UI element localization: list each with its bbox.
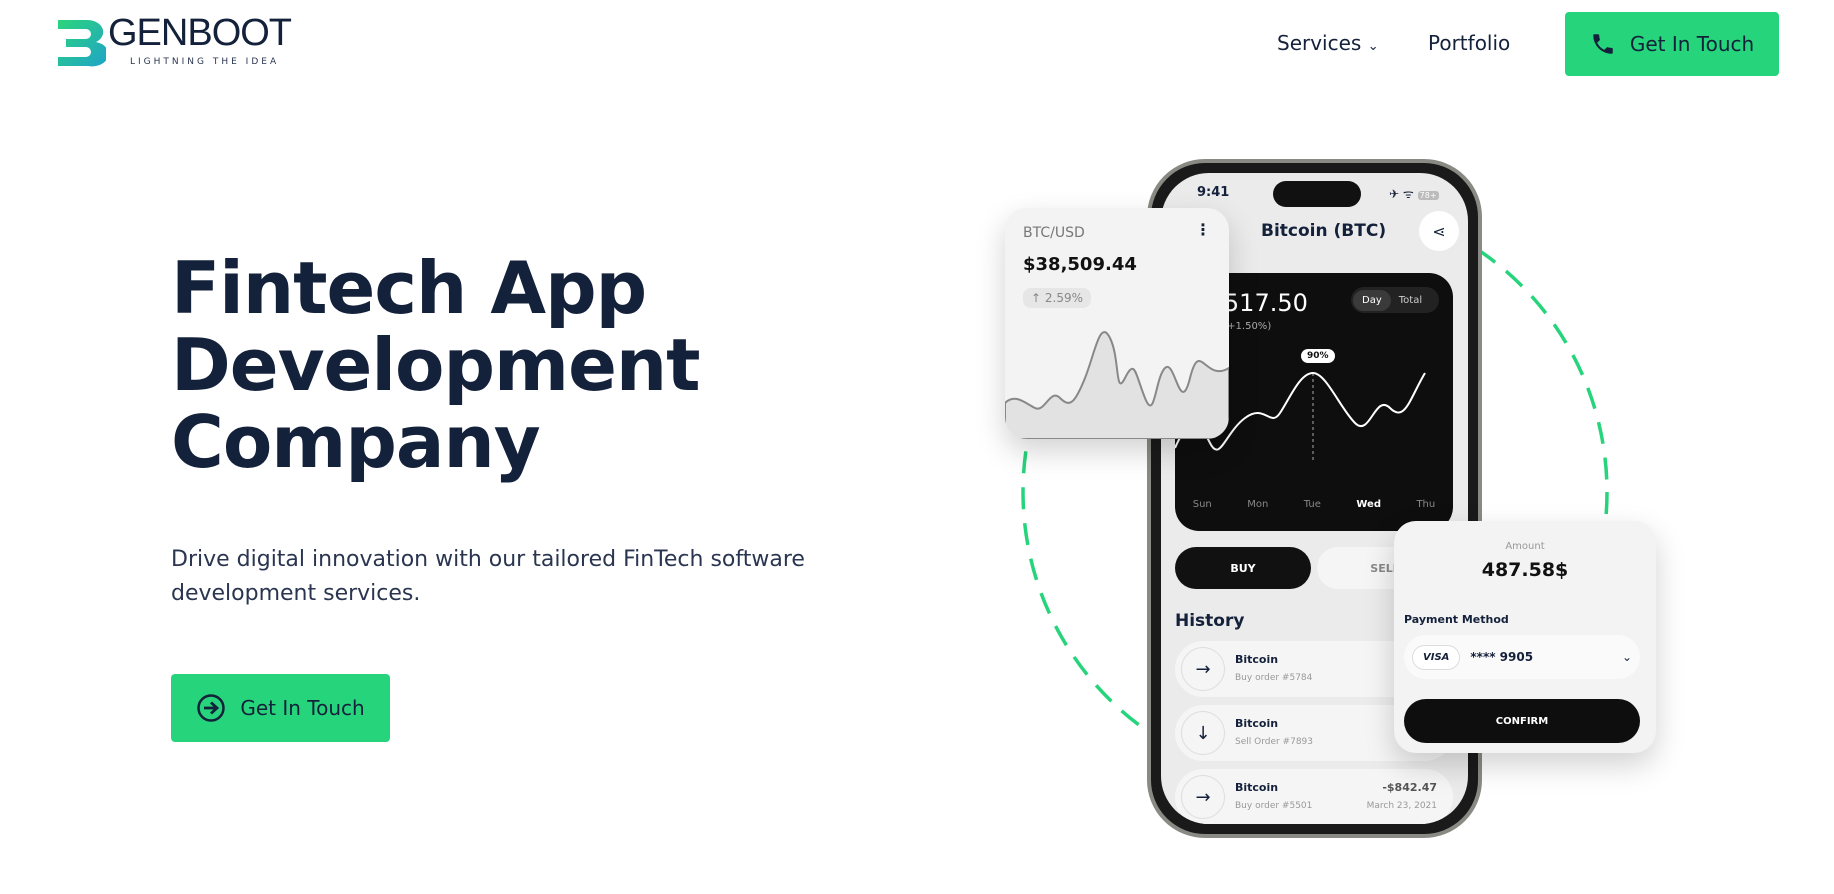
header-get-in-touch-button[interactable]: Get In Touch <box>1565 12 1779 76</box>
header-cta-label: Get In Touch <box>1629 32 1755 56</box>
nav-services[interactable]: Services ⌄ <box>1277 31 1379 55</box>
history-title: History <box>1175 611 1245 631</box>
nav-services-label: Services <box>1277 31 1362 55</box>
history-name: Bitcoin <box>1235 717 1279 730</box>
history-order: Sell Order #7893 <box>1235 737 1313 747</box>
screen-title: Bitcoin (BTC) <box>1261 221 1387 241</box>
history-order: Buy order #5501 <box>1235 801 1313 811</box>
amount-label: Amount <box>1505 541 1545 552</box>
chart-days: Sun Mon Tue Wed Thu <box>1175 499 1453 510</box>
btc-sparkline <box>1005 331 1229 439</box>
buy-button[interactable]: BUY <box>1175 547 1311 589</box>
toggle-total[interactable]: Total <box>1391 290 1430 311</box>
day-label: Thu <box>1416 499 1436 510</box>
title-line: Fintech App <box>171 246 647 330</box>
visa-logo: VISA <box>1412 644 1461 670</box>
history-order: Buy order #5784 <box>1235 673 1313 683</box>
logo-icon <box>58 20 106 67</box>
hero-get-in-touch-button[interactable]: Get In Touch <box>171 674 390 742</box>
title-line: Development <box>171 323 701 407</box>
history-date: March 23, 2021 <box>1366 801 1437 811</box>
history-amount: -$842.47 <box>1382 781 1437 794</box>
arrow-right-icon: → <box>1181 775 1225 819</box>
phone-icon <box>1593 34 1613 54</box>
day-label: Tue <box>1303 499 1321 510</box>
btc-usd-card: BTC/USD ⋮ $38,509.44 ↑ 2.59% <box>1005 208 1229 439</box>
arrow-right-icon: → <box>1181 647 1225 691</box>
payment-method-label: Payment Method <box>1404 613 1509 626</box>
toggle-day[interactable]: Day <box>1353 289 1391 311</box>
status-icons: ✈ ᯤ 78+ <box>1389 187 1439 201</box>
chevron-down-icon: ⌄ <box>1621 650 1632 664</box>
share-icon: ⋖ <box>1432 221 1446 241</box>
confirm-button[interactable]: CONFIRM <box>1404 699 1640 743</box>
amount-value: 487.58$ <box>1481 559 1569 581</box>
hero-cta-label: Get In Touch <box>240 696 365 720</box>
title-line: Company <box>171 400 541 484</box>
arrow-circle-right-icon <box>197 694 226 722</box>
payment-method-select[interactable]: VISA **** 9905 ⌄ <box>1404 635 1640 679</box>
card-number: **** 9905 <box>1470 650 1534 664</box>
payment-card: Amount 487.58$ Payment Method VISA **** … <box>1394 521 1656 753</box>
day-label: Mon <box>1247 499 1269 510</box>
nav-portfolio[interactable]: Portfolio <box>1428 31 1510 55</box>
day-label: Sun <box>1192 499 1212 510</box>
day-label: Wed <box>1356 499 1381 510</box>
history-row[interactable]: → Bitcoin Buy order #5501 -$842.47 March… <box>1175 769 1453 824</box>
battery: 78+ <box>1417 191 1439 200</box>
share-button[interactable]: ⋖ <box>1419 211 1459 251</box>
btc-price: $38,509.44 <box>1023 254 1137 275</box>
btc-change-badge: ↑ 2.59% <box>1023 288 1091 308</box>
history-name: Bitcoin <box>1235 653 1279 666</box>
btc-pair: BTC/USD <box>1023 225 1085 241</box>
arrow-down-icon: ↓ <box>1181 711 1225 755</box>
dynamic-island <box>1273 181 1361 207</box>
page-title: Fintech App Development Company <box>171 246 701 484</box>
logo-tagline: LIGHTNING THE IDEA <box>130 57 280 67</box>
status-time: 9:41 <box>1197 185 1230 200</box>
hero-subtitle: Drive digital innovation with our tailor… <box>171 547 805 606</box>
history-name: Bitcoin <box>1235 781 1279 794</box>
logo-text[interactable]: GENBOOT <box>108 12 292 55</box>
chevron-down-icon: ⌄ <box>1367 39 1379 54</box>
more-options-icon[interactable]: ⋮ <box>1195 220 1211 239</box>
